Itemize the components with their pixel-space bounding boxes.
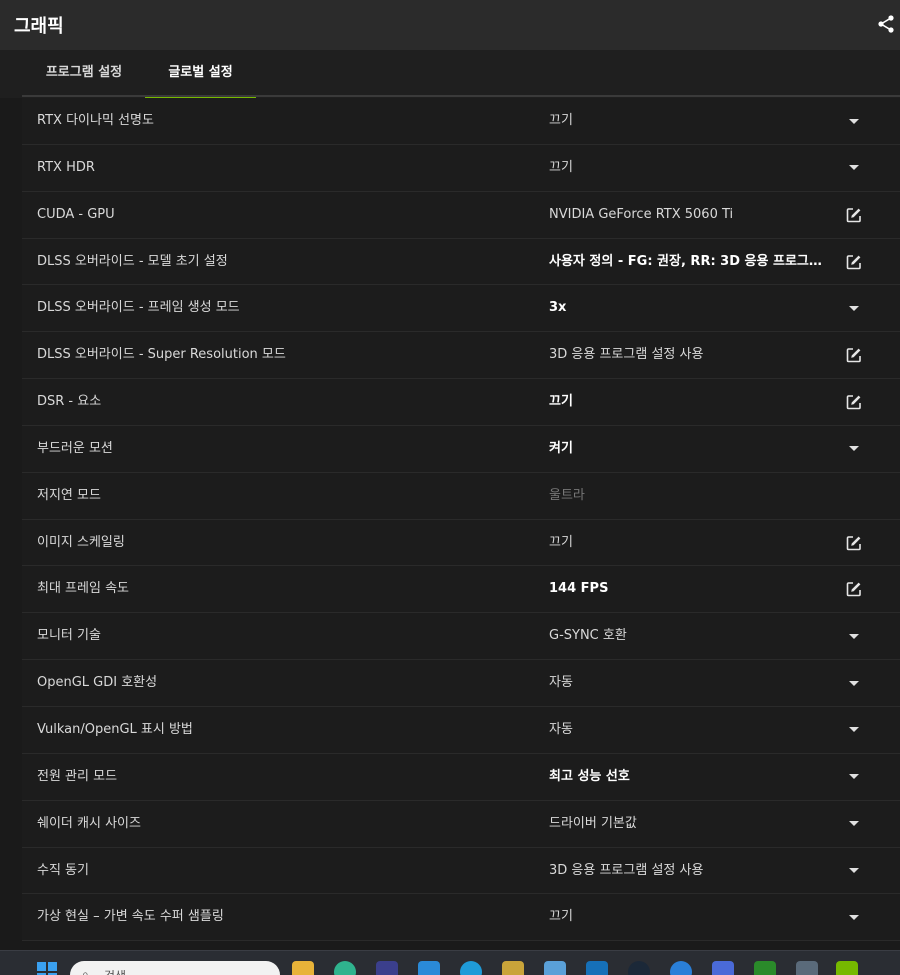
xbox-icon[interactable] <box>754 961 776 975</box>
setting-value[interactable]: 자동 <box>549 660 831 706</box>
chevron-down-icon[interactable] <box>844 815 864 833</box>
tab-bar: 프로그램 설정 글로벌 설정 <box>0 50 900 98</box>
chevron-down-icon[interactable] <box>844 112 864 130</box>
tab-divider <box>22 95 900 97</box>
share-icon[interactable] <box>876 14 896 34</box>
setting-value[interactable]: 끄기 <box>549 145 831 191</box>
setting-row[interactable]: OpenGL GDI 호환성 자동 <box>22 660 900 707</box>
chevron-down-icon[interactable] <box>844 768 864 786</box>
network-icon[interactable] <box>670 961 692 975</box>
setting-row[interactable]: 가상 현실 – 가변 속도 수퍼 샘플링 끄기 <box>22 894 900 942</box>
setting-label: DLSS 오버라이드 - 프레임 생성 모드 <box>37 300 240 316</box>
setting-value[interactable]: 드라이버 기본값 <box>549 801 831 847</box>
setting-row[interactable]: 전원 관리 모드 최고 성능 선호 <box>22 753 900 801</box>
nvidia-icon[interactable] <box>836 961 858 975</box>
setting-value[interactable]: 최고 성능 선호 <box>549 754 831 800</box>
windows-start-icon[interactable] <box>36 961 58 975</box>
setting-value[interactable]: 3D 응용 프로그램 설정 사용 <box>549 848 831 894</box>
setting-row[interactable]: 이미지 스케일링 끄기 <box>22 519 900 567</box>
file-explorer-icon[interactable] <box>292 961 314 975</box>
search-placeholder: 검색 <box>104 967 126 975</box>
setting-row: 저지연 모드 울트라 <box>22 472 900 520</box>
setting-value[interactable]: NVIDIA GeForce RTX 5060 Ti <box>549 192 831 238</box>
setting-label: OpenGL GDI 호환성 <box>37 675 158 691</box>
taskbar-search[interactable]: ⌕ 검색 <box>70 961 280 975</box>
calculator-icon[interactable] <box>796 961 818 975</box>
edge-icon[interactable] <box>334 961 356 975</box>
setting-value[interactable]: 끄기 <box>549 520 831 566</box>
edit-icon[interactable] <box>844 253 864 271</box>
setting-label: 최대 프레임 속도 <box>37 581 129 597</box>
setting-value[interactable]: 3D 응용 프로그램 설정 사용 <box>549 332 831 378</box>
search-icon: ⌕ <box>82 967 89 975</box>
setting-row[interactable]: RTX 다이나믹 선명도 끄기 <box>22 98 900 145</box>
edit-icon[interactable] <box>844 393 864 411</box>
chevron-down-icon[interactable] <box>844 627 864 645</box>
chevron-down-icon[interactable] <box>844 862 864 880</box>
setting-row[interactable]: RTX HDR 끄기 <box>22 144 900 192</box>
setting-label: 전원 관리 모드 <box>37 768 118 784</box>
setting-row[interactable]: Vulkan/OpenGL 표시 방법 자동 <box>22 706 900 754</box>
chevron-down-icon[interactable] <box>844 721 864 739</box>
setting-label: 저지연 모드 <box>37 487 101 503</box>
page-title: 그래픽 <box>14 16 64 37</box>
setting-row[interactable]: CUDA - GPU NVIDIA GeForce RTX 5060 Ti <box>22 191 900 239</box>
chevron-down-icon[interactable] <box>844 159 864 177</box>
setting-row[interactable]: DLSS 오버라이드 - 모델 초기 설정 사용자 정의 - FG: 권장, RR… <box>22 238 900 286</box>
setting-value[interactable]: 사용자 정의 - FG: 권장, RR: 3D 응용 프로그램 설... <box>549 239 831 285</box>
setting-label: RTX HDR <box>37 159 95 175</box>
setting-value[interactable]: 끄기 <box>549 379 831 425</box>
setting-label: Vulkan/OpenGL 표시 방법 <box>37 721 193 737</box>
tab-program-settings[interactable]: 프로그램 설정 <box>30 50 138 96</box>
setting-row[interactable]: 모니터 기술 G-SYNC 호환 <box>22 613 900 661</box>
steam-icon[interactable] <box>628 961 650 975</box>
setting-row[interactable]: 쉐이더 캐시 사이즈 드라이버 기본값 <box>22 800 900 848</box>
setting-value[interactable]: 켜기 <box>549 426 831 472</box>
setting-value[interactable]: 3x <box>549 285 831 331</box>
setting-value[interactable]: 끄기 <box>549 894 831 940</box>
edit-icon[interactable] <box>844 206 864 224</box>
setting-value: 울트라 <box>549 487 585 503</box>
app-icon-3[interactable] <box>586 961 608 975</box>
settings-list: RTX 다이나믹 선명도 끄기 RTX HDR 끄기 CUDA - GPU NVIDIA … <box>22 98 900 942</box>
title-bar: 그래픽 <box>0 0 900 50</box>
setting-value[interactable]: 자동 <box>549 707 831 753</box>
setting-value[interactable]: 144 FPS <box>549 566 831 612</box>
photos-icon[interactable] <box>544 961 566 975</box>
chevron-down-icon[interactable] <box>844 674 864 692</box>
app-icon[interactable] <box>376 961 398 975</box>
taskbar: ⌕ 검색 <box>0 950 900 975</box>
setting-label: 가상 현실 – 가변 속도 수퍼 샘플링 <box>37 909 224 925</box>
setting-label: 쉐이더 캐시 사이즈 <box>37 815 141 831</box>
layers-icon[interactable] <box>712 961 734 975</box>
setting-row[interactable]: 부드러운 모션 켜기 <box>22 425 900 473</box>
chevron-down-icon[interactable] <box>844 908 864 926</box>
edit-icon[interactable] <box>844 534 864 552</box>
store-icon[interactable] <box>418 961 440 975</box>
setting-label: 수직 동기 <box>37 862 89 878</box>
edit-icon[interactable] <box>844 580 864 598</box>
chevron-down-icon[interactable] <box>844 299 864 317</box>
setting-row[interactable]: DLSS 오버라이드 - 프레임 생성 모드 3x <box>22 285 900 333</box>
setting-row[interactable]: DLSS 오버라이드 - Super Resolution 모드 3D 응용 프로… <box>22 332 900 380</box>
setting-label: DLSS 오버라이드 - Super Resolution 모드 <box>37 347 286 363</box>
setting-row[interactable]: DSR - 요소 끄기 <box>22 379 900 426</box>
setting-label: DLSS 오버라이드 - 모델 초기 설정 <box>37 253 228 269</box>
setting-label: DSR - 요소 <box>37 394 102 410</box>
setting-label: RTX 다이나믹 선명도 <box>37 113 154 128</box>
setting-value[interactable]: G-SYNC 호환 <box>549 613 831 659</box>
setting-label: 모니터 기술 <box>37 628 101 644</box>
setting-row[interactable]: 최대 프레임 속도 144 FPS <box>22 566 900 614</box>
setting-value[interactable]: 끄기 <box>549 98 831 144</box>
setting-label: 부드러운 모션 <box>37 440 113 456</box>
chevron-down-icon[interactable] <box>844 440 864 458</box>
tab-global-settings[interactable]: 글로벌 설정 <box>145 50 256 98</box>
setting-label: 이미지 스케일링 <box>37 534 125 550</box>
app-icon-2[interactable] <box>502 961 524 975</box>
setting-label: CUDA - GPU <box>37 206 115 222</box>
setting-row[interactable]: 수직 동기 3D 응용 프로그램 설정 사용 <box>22 847 900 895</box>
edge-dev-icon[interactable] <box>460 961 482 975</box>
edit-icon[interactable] <box>844 346 864 364</box>
